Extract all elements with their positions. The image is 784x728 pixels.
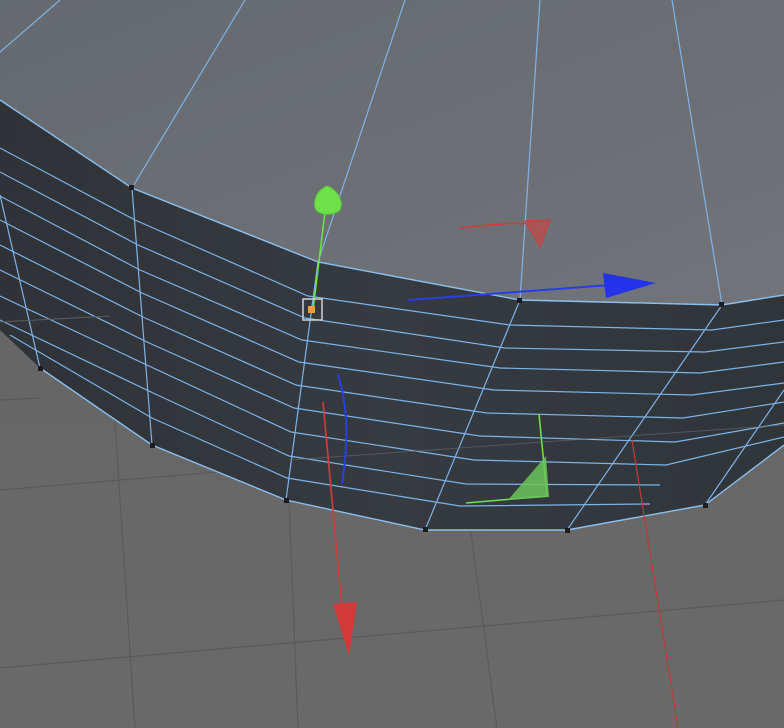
pivot-point[interactable] [308, 306, 315, 313]
viewport-canvas[interactable] [0, 0, 784, 728]
3d-viewport[interactable] [0, 0, 784, 728]
